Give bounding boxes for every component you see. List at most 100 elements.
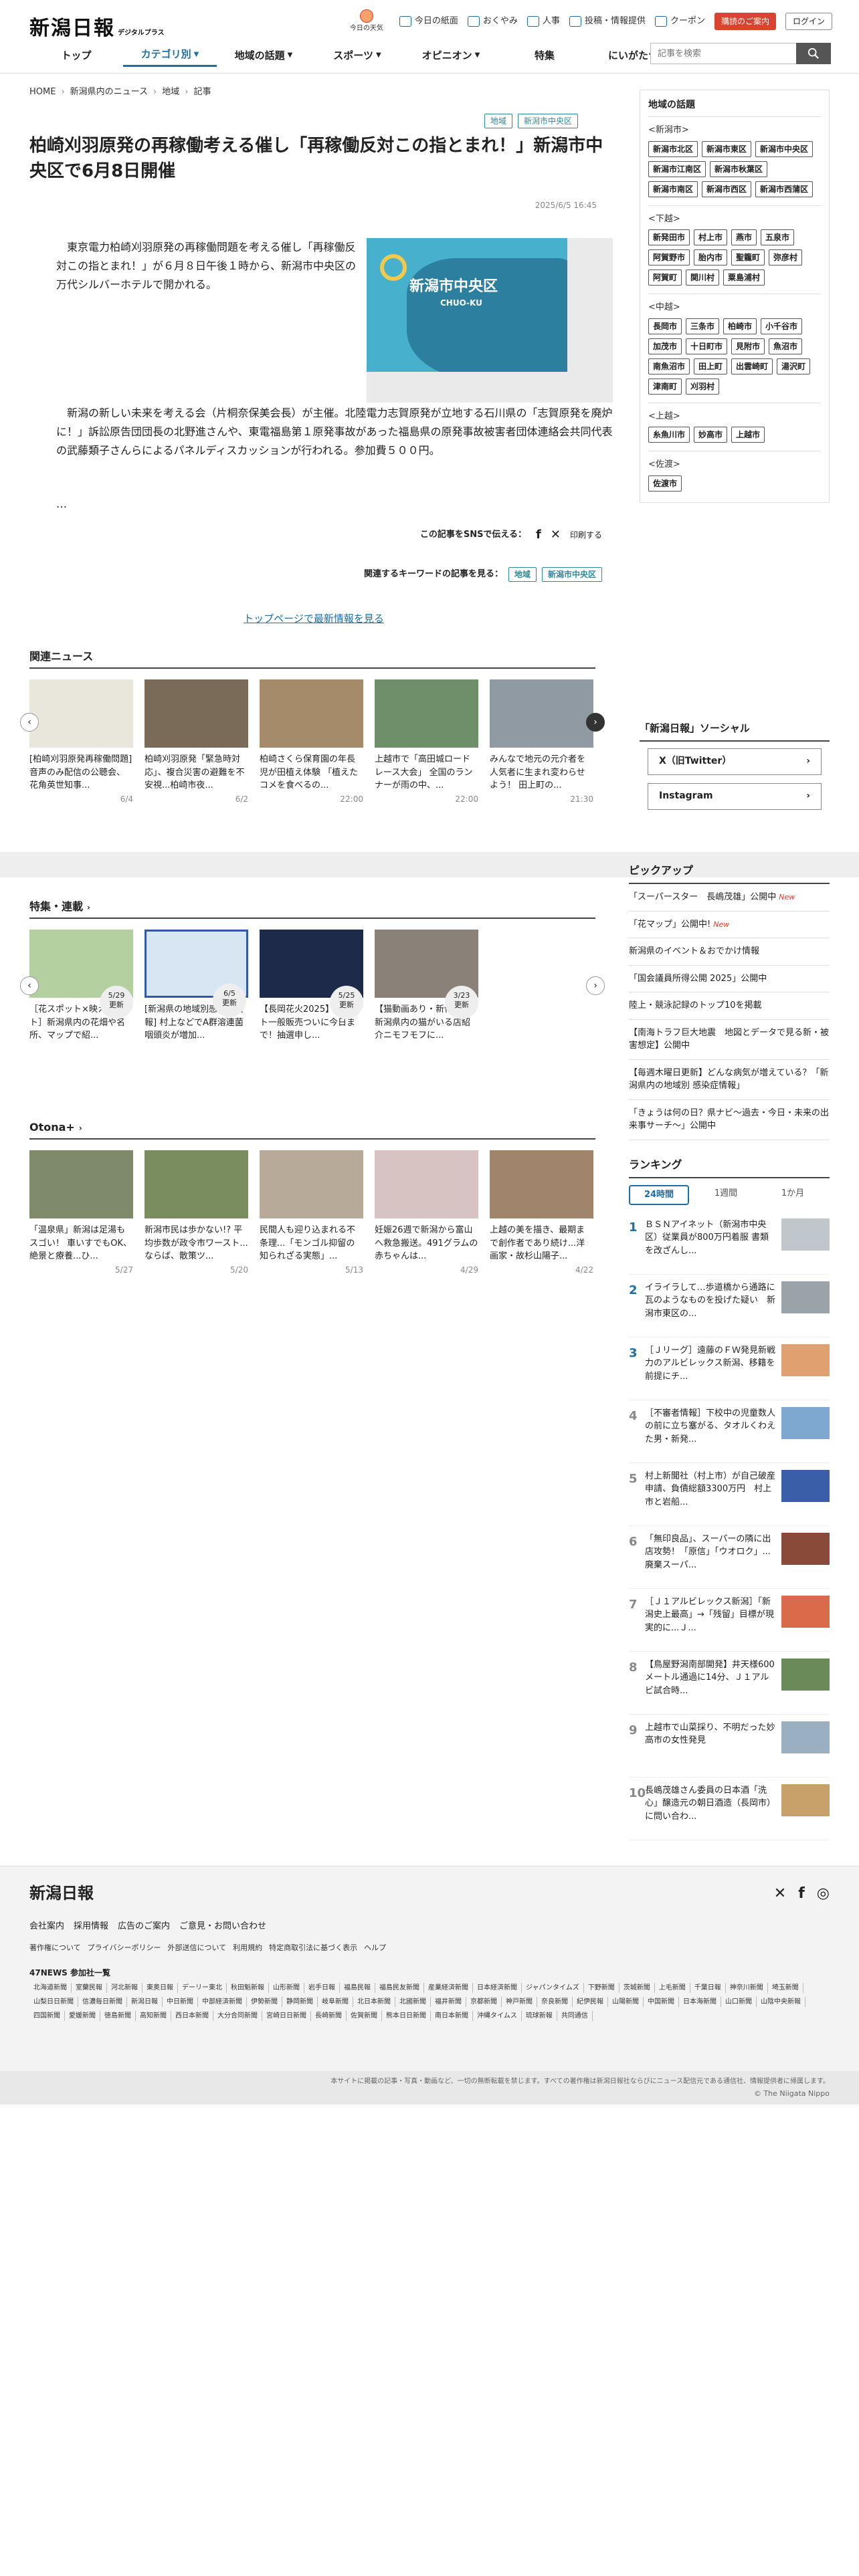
- newspaper-link[interactable]: 福井新聞: [431, 1997, 466, 2007]
- nav-region[interactable]: 地域の話題 ▼: [217, 44, 310, 67]
- region-chip[interactable]: 胎内市: [694, 249, 728, 265]
- region-chip[interactable]: 長岡市: [648, 318, 682, 334]
- region-chip[interactable]: 新潟市中央区: [755, 140, 814, 157]
- region-chip[interactable]: 新発田市: [648, 229, 690, 245]
- newspaper-link[interactable]: 神奈川新聞: [726, 1983, 768, 1993]
- carousel-prev-button[interactable]: ‹: [20, 976, 39, 995]
- nav-feature[interactable]: 特集: [498, 44, 591, 67]
- newspaper-link[interactable]: 産業経済新聞: [424, 1983, 473, 1993]
- otona-title[interactable]: Otona+ ›: [29, 1119, 595, 1140]
- pickup-item[interactable]: 「国会議員所得公開 2025」公開中: [629, 966, 830, 992]
- newspaper-link[interactable]: 日本経済新聞: [473, 1983, 522, 1993]
- newspaper-link[interactable]: 上毛新聞: [655, 1983, 690, 1993]
- region-chip[interactable]: 聖籠町: [731, 249, 765, 265]
- newspaper-link[interactable]: 室蘭民報: [72, 1983, 107, 1993]
- special-card[interactable]: 6/5 更新 [新潟県の地域別感染症情報] 村上などでA群溶連菌咽頭炎が増加...: [145, 930, 248, 1046]
- newspaper-link[interactable]: 愛媛新聞: [65, 2011, 100, 2021]
- newspaper-link[interactable]: 日本海新聞: [679, 1997, 721, 2007]
- util-newspaper[interactable]: 今日の紙面: [399, 15, 458, 28]
- region-chip[interactable]: 関川村: [686, 270, 720, 286]
- newspaper-link[interactable]: 新潟日報: [127, 1997, 163, 2007]
- newspaper-link[interactable]: 山陰中央新報: [757, 1997, 805, 2007]
- special-card[interactable]: 5/29 更新 ［花スポット×映えスポット］新潟県内の花畑や名所、マップで紹...: [29, 930, 133, 1046]
- search-button[interactable]: [796, 43, 831, 64]
- otona-card[interactable]: 新潟市民は歩かない!? 平均歩数が政令市ワースト...ならば、散策ツ... 5/2…: [145, 1150, 248, 1276]
- newspaper-link[interactable]: 北國新聞: [395, 1997, 431, 2007]
- pickup-item[interactable]: 「スーパースター 長嶋茂雄」公開中 New: [629, 884, 830, 911]
- footer-logo[interactable]: 新潟日報: [29, 1881, 94, 1905]
- newspaper-link[interactable]: 大分合同新聞: [213, 2011, 262, 2021]
- subscribe-button[interactable]: 購読のご案内: [714, 13, 776, 30]
- carousel-next-button[interactable]: ›: [586, 976, 605, 995]
- util-personnel[interactable]: 人事: [527, 15, 560, 28]
- region-chip[interactable]: 上越市: [731, 427, 765, 443]
- ranking-item[interactable]: 2 イライラして…歩道橋から通路に瓦のようなものを投げた疑い 新潟市東区の...: [629, 1275, 830, 1337]
- carousel-prev-button[interactable]: ‹: [20, 713, 39, 732]
- region-chip[interactable]: 魚沼市: [769, 338, 803, 354]
- related-card[interactable]: 柏崎刈羽原発「緊急時対応」、複合災害の避難を不安視...柏崎市夜... 6/2: [145, 679, 248, 805]
- newspaper-link[interactable]: 京都新聞: [466, 1997, 502, 2007]
- util-obituary[interactable]: おくやみ: [467, 15, 518, 28]
- region-chip[interactable]: 南魚沼市: [648, 358, 690, 374]
- region-chip[interactable]: 村上市: [694, 229, 728, 245]
- region-chip[interactable]: 田上町: [694, 358, 728, 374]
- region-chip[interactable]: 新潟市西区: [702, 181, 752, 197]
- newspaper-link[interactable]: 高知新聞: [136, 2011, 171, 2021]
- region-chip[interactable]: 加茂市: [648, 338, 682, 354]
- newspaper-link[interactable]: 茨城新聞: [619, 1983, 655, 1993]
- newspaper-link[interactable]: 埼玉新聞: [768, 1983, 803, 1993]
- region-chip[interactable]: 刈羽村: [686, 378, 720, 395]
- x-twitter-button[interactable]: X（旧Twitter） ›: [648, 748, 822, 775]
- footer-link[interactable]: 広告のご案内: [118, 1920, 170, 1933]
- ranking-item[interactable]: 3 ［Ｊリーグ］遠藤のＦＷ発見新戦力のアルビレックス新潟、移籍を前提にチ...: [629, 1337, 830, 1400]
- breadcrumb-news[interactable]: 新潟県内のニュース: [70, 86, 148, 99]
- newspaper-link[interactable]: 山陽新聞: [608, 1997, 644, 2007]
- nav-sports[interactable]: スポーツ ▼: [310, 44, 404, 67]
- breadcrumb-home[interactable]: HOME: [29, 86, 56, 99]
- instagram-button[interactable]: Instagram ›: [648, 782, 822, 810]
- newspaper-link[interactable]: 千葉日報: [690, 1983, 726, 1993]
- ranking-item[interactable]: 4 ［不審者情報］下校中の児童数人の前に立ち塞がる、タオルくわえた男・新発...: [629, 1400, 830, 1463]
- login-button[interactable]: ログイン: [785, 13, 832, 30]
- newspaper-link[interactable]: 北日本新聞: [353, 1997, 395, 2007]
- region-chip[interactable]: 新潟市南区: [648, 181, 698, 197]
- footer-link[interactable]: 特定商取引法に基づく表示: [269, 1943, 357, 1954]
- newspaper-link[interactable]: 南日本新聞: [431, 2011, 473, 2021]
- facebook-icon[interactable]: f: [536, 526, 541, 544]
- tab-1month[interactable]: 1か月: [763, 1185, 823, 1205]
- region-chip[interactable]: 三条市: [686, 318, 720, 334]
- region-chip[interactable]: 小千谷市: [761, 318, 803, 334]
- otona-card[interactable]: 「温泉県」新潟は足湯もスゴい！ 車いすでもOK、絶景と療養...ひ... 5/27: [29, 1150, 133, 1276]
- ranking-item[interactable]: 6 「無印良品」、スーパーの隣に出店攻勢！「原信」「ウオロク」...廃棄スーパ..…: [629, 1526, 830, 1589]
- footer-link[interactable]: 著作権について: [29, 1943, 81, 1954]
- kw-tag-chuo[interactable]: 新潟市中央区: [541, 567, 602, 582]
- article-photo[interactable]: 新潟市中央区 CHUO-KU: [367, 238, 613, 403]
- region-chip[interactable]: 津南町: [648, 378, 682, 395]
- newspaper-link[interactable]: 秋田魁新報: [227, 1983, 269, 1993]
- special-card[interactable]: 3/23 更新 【猫動画あり・新作追加】新潟県内の猫がいる店紹介ニモフモフに...: [375, 930, 478, 1046]
- newspaper-link[interactable]: 信濃毎日新聞: [78, 1997, 127, 2007]
- region-chip[interactable]: 新潟市東区: [702, 140, 752, 157]
- newspaper-link[interactable]: 東奥日報: [142, 1983, 178, 1993]
- newspaper-link[interactable]: 岐阜新聞: [318, 1997, 353, 2007]
- pickup-item[interactable]: 新潟県のイベント＆おでかけ情報: [629, 938, 830, 966]
- related-card[interactable]: 柏崎さくら保育園の年長児が田植え体験 「植えたコメを食べるの... 22:00: [260, 679, 363, 805]
- newspaper-link[interactable]: 中部経済新聞: [198, 1997, 247, 2007]
- newspaper-link[interactable]: 紀伊民報: [573, 1997, 608, 2007]
- region-chip[interactable]: 粟島浦村: [723, 270, 765, 286]
- newspaper-link[interactable]: 共同通信: [557, 2011, 593, 2021]
- newspaper-link[interactable]: 奈良新聞: [537, 1997, 573, 2007]
- ranking-item[interactable]: 9 上越市で山菜採り、不明だった妙高市の女性発見: [629, 1715, 830, 1778]
- newspaper-link[interactable]: 山梨日日新聞: [29, 1997, 78, 2007]
- region-chip[interactable]: 新潟市西蒲区: [755, 181, 814, 197]
- ranking-item[interactable]: 8 【鳥屋野潟南部開発】井天様600メートル通過に14分、Ｊ１アルビ試合時...: [629, 1652, 830, 1715]
- otona-card[interactable]: 妊娠26週で新潟から富山へ救急搬送。491グラムの赤ちゃんは... 4/29: [375, 1150, 478, 1276]
- related-card[interactable]: 上越市で「高田城ロードレース大会」 全国のランナーが雨の中、... 22:00: [375, 679, 478, 805]
- region-chip[interactable]: 十日町市: [686, 338, 728, 354]
- nav-opinion[interactable]: オピニオン ▼: [404, 44, 498, 67]
- newspaper-link[interactable]: 熊本日日新聞: [382, 2011, 431, 2021]
- tag-region[interactable]: 地域: [484, 114, 513, 128]
- region-chip[interactable]: 燕市: [731, 229, 757, 245]
- region-chip[interactable]: 阿賀町: [648, 270, 682, 286]
- footer-link[interactable]: 会社案内: [29, 1920, 64, 1933]
